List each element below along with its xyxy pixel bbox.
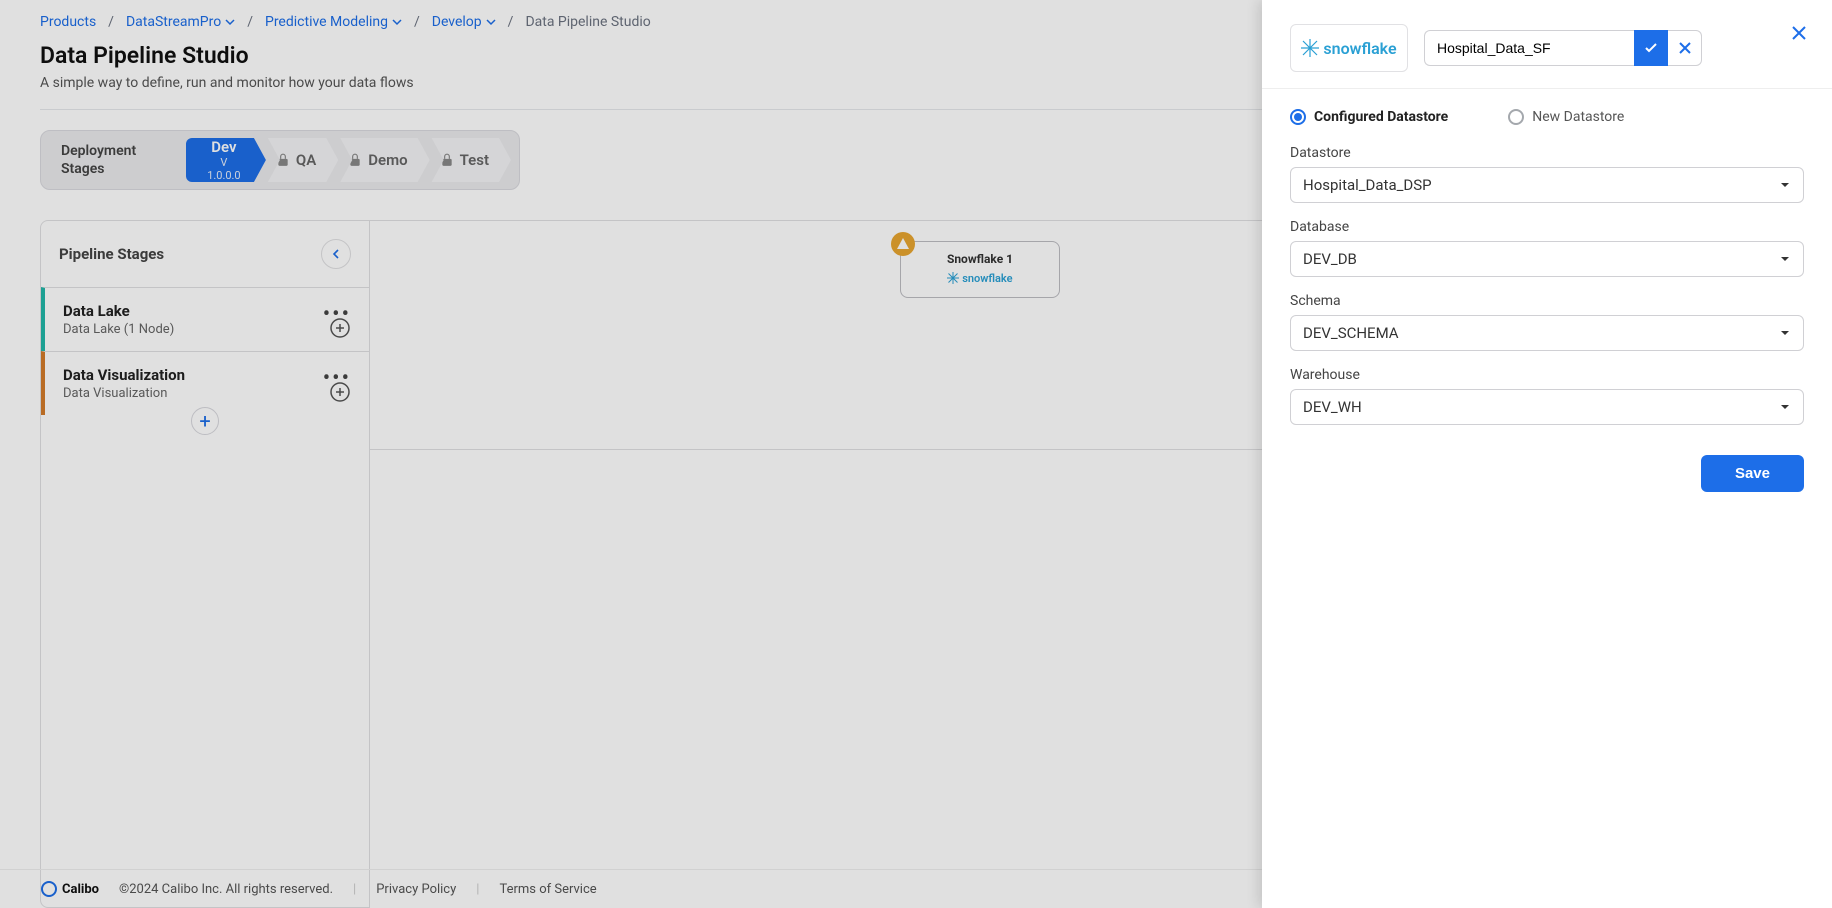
schema-label: Schema <box>1290 293 1804 309</box>
snowflake-icon <box>1301 39 1319 57</box>
warehouse-select[interactable]: DEV_WH <box>1290 389 1804 425</box>
check-icon <box>1643 40 1659 56</box>
radio-unchecked-icon <box>1508 109 1524 125</box>
radio-configured-datastore[interactable]: Configured Datastore <box>1290 109 1448 125</box>
snowflake-logo-box: snowflake <box>1290 24 1408 72</box>
confirm-name-button[interactable] <box>1634 30 1668 66</box>
select-value: DEV_SCHEMA <box>1303 324 1399 342</box>
caret-down-icon <box>1779 327 1791 339</box>
warehouse-label: Warehouse <box>1290 367 1804 383</box>
close-panel-button[interactable] <box>1790 24 1808 42</box>
select-value: DEV_DB <box>1303 250 1357 268</box>
caret-down-icon <box>1779 253 1791 265</box>
config-side-panel: snowflake Configured Datastore <box>1262 0 1832 908</box>
database-label: Database <box>1290 219 1804 235</box>
radio-new-datastore[interactable]: New Datastore <box>1508 109 1624 125</box>
select-value: DEV_WH <box>1303 398 1362 416</box>
panel-logo-text: snowflake <box>1323 39 1396 58</box>
radio-label: Configured Datastore <box>1314 109 1448 125</box>
database-select[interactable]: DEV_DB <box>1290 241 1804 277</box>
radio-label: New Datastore <box>1532 109 1624 125</box>
radio-checked-icon <box>1290 109 1306 125</box>
select-value: Hospital_Data_DSP <box>1303 176 1432 194</box>
node-name-input[interactable] <box>1424 30 1634 66</box>
schema-select[interactable]: DEV_SCHEMA <box>1290 315 1804 351</box>
caret-down-icon <box>1779 401 1791 413</box>
close-icon <box>1678 41 1692 55</box>
cancel-name-button[interactable] <box>1668 30 1702 66</box>
datastore-select[interactable]: Hospital_Data_DSP <box>1290 167 1804 203</box>
datastore-label: Datastore <box>1290 145 1804 161</box>
close-icon <box>1790 24 1808 42</box>
caret-down-icon <box>1779 179 1791 191</box>
save-button[interactable]: Save <box>1701 455 1804 492</box>
